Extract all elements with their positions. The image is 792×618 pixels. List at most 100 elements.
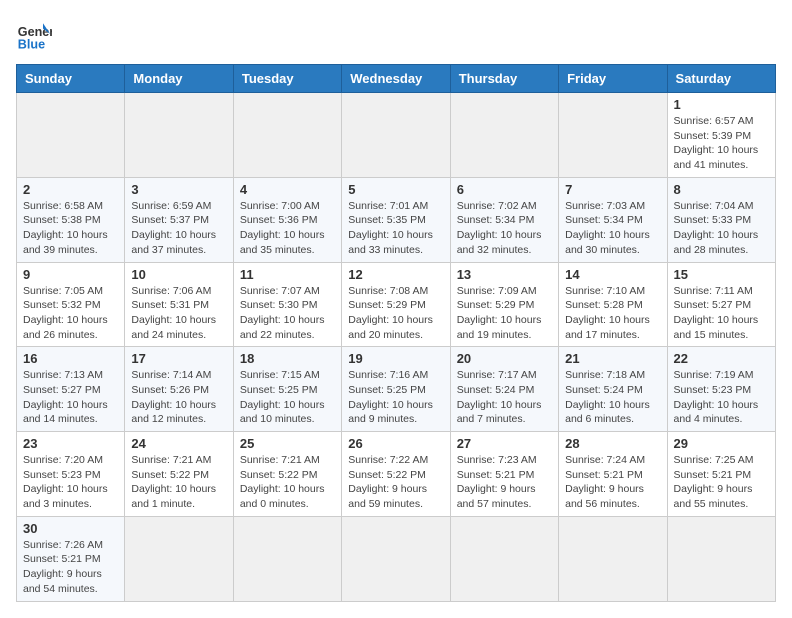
calendar-cell: 15Sunrise: 7:11 AM Sunset: 5:27 PM Dayli… [667,262,775,347]
calendar-cell: 16 Sunrise: 7:13 AM Sunset: 5:27 PM Dayli… [17,347,125,432]
day-number: 29 [674,436,769,451]
week-row-5: 30 Sunrise: 7:26 AM Sunset: 5:21 PM Dayli… [17,516,776,601]
day-number: 3 [131,182,226,197]
day-number: 19 [348,351,443,366]
day-number: 16 [23,351,118,366]
day-number: 24 [131,436,226,451]
day-info: Sunrise: 7:01 AM Sunset: 5:35 PM Dayligh… [348,199,443,258]
calendar-cell: 14 Sunrise: 7:10 AM Sunset: 5:28 PM Dayli… [559,262,667,347]
calendar-cell: 25Sunrise: 7:21 AM Sunset: 5:22 PM Dayli… [233,432,341,517]
day-number: 8 [674,182,769,197]
calendar-cell: 7Sunrise: 7:03 AM Sunset: 5:34 PM Daylig… [559,177,667,262]
calendar-cell [667,516,775,601]
logo: General Blue [16,16,52,52]
calendar-cell: 12 Sunrise: 7:08 AM Sunset: 5:29 PM Dayli… [342,262,450,347]
day-info: Sunrise: 7:21 AM Sunset: 5:22 PM Dayligh… [131,453,226,512]
day-number: 1 [674,97,769,112]
week-row-4: 23Sunrise: 7:20 AM Sunset: 5:23 PM Dayli… [17,432,776,517]
day-info: Sunrise: 7:16 AM Sunset: 5:25 PM Dayligh… [348,368,443,427]
day-number: 4 [240,182,335,197]
calendar-cell: 26Sunrise: 7:22 AM Sunset: 5:22 PM Dayli… [342,432,450,517]
calendar-cell: 21 Sunrise: 7:18 AM Sunset: 5:24 PM Dayli… [559,347,667,432]
day-info: Sunrise: 6:58 AM Sunset: 5:38 PM Dayligh… [23,199,118,258]
calendar-cell [450,516,558,601]
day-info: Sunrise: 7:18 AM Sunset: 5:24 PM Dayligh… [565,368,660,427]
day-info: Sunrise: 7:24 AM Sunset: 5:21 PM Dayligh… [565,453,660,512]
calendar-cell [17,93,125,178]
calendar-cell [342,516,450,601]
calendar-cell [559,93,667,178]
calendar-cell: 20Sunrise: 7:17 AM Sunset: 5:24 PM Dayli… [450,347,558,432]
weekday-header-saturday: Saturday [667,65,775,93]
calendar-cell [125,516,233,601]
day-info: Sunrise: 7:13 AM Sunset: 5:27 PM Dayligh… [23,368,118,427]
calendar-cell [233,93,341,178]
day-info: Sunrise: 7:25 AM Sunset: 5:21 PM Dayligh… [674,453,769,512]
day-info: Sunrise: 7:06 AM Sunset: 5:31 PM Dayligh… [131,284,226,343]
calendar-cell: 11 Sunrise: 7:07 AM Sunset: 5:30 PM Dayli… [233,262,341,347]
calendar-cell: 5 Sunrise: 7:01 AM Sunset: 5:35 PM Daylig… [342,177,450,262]
calendar-cell: 10Sunrise: 7:06 AM Sunset: 5:31 PM Dayli… [125,262,233,347]
calendar-cell: 13Sunrise: 7:09 AM Sunset: 5:29 PM Dayli… [450,262,558,347]
day-number: 6 [457,182,552,197]
week-row-0: 1 Sunrise: 6:57 AM Sunset: 5:39 PM Daylig… [17,93,776,178]
day-info: Sunrise: 7:26 AM Sunset: 5:21 PM Dayligh… [23,538,118,597]
calendar-cell: 9 Sunrise: 7:05 AM Sunset: 5:32 PM Daylig… [17,262,125,347]
day-info: Sunrise: 7:19 AM Sunset: 5:23 PM Dayligh… [674,368,769,427]
weekday-header-row: SundayMondayTuesdayWednesdayThursdayFrid… [17,65,776,93]
weekday-header-friday: Friday [559,65,667,93]
calendar-cell [233,516,341,601]
calendar-cell: 17Sunrise: 7:14 AM Sunset: 5:26 PM Dayli… [125,347,233,432]
day-number: 5 [348,182,443,197]
calendar-cell: 22Sunrise: 7:19 AM Sunset: 5:23 PM Dayli… [667,347,775,432]
svg-text:Blue: Blue [18,37,45,51]
calendar-cell: 6Sunrise: 7:02 AM Sunset: 5:34 PM Daylig… [450,177,558,262]
day-info: Sunrise: 6:57 AM Sunset: 5:39 PM Dayligh… [674,114,769,173]
calendar-cell [450,93,558,178]
calendar-cell: 24 Sunrise: 7:21 AM Sunset: 5:22 PM Dayli… [125,432,233,517]
calendar-cell [342,93,450,178]
day-info: Sunrise: 7:08 AM Sunset: 5:29 PM Dayligh… [348,284,443,343]
calendar-cell: 23Sunrise: 7:20 AM Sunset: 5:23 PM Dayli… [17,432,125,517]
day-number: 9 [23,267,118,282]
day-info: Sunrise: 7:23 AM Sunset: 5:21 PM Dayligh… [457,453,552,512]
calendar-cell: 27Sunrise: 7:23 AM Sunset: 5:21 PM Dayli… [450,432,558,517]
weekday-header-wednesday: Wednesday [342,65,450,93]
day-number: 12 [348,267,443,282]
day-info: Sunrise: 7:22 AM Sunset: 5:22 PM Dayligh… [348,453,443,512]
calendar-cell: 4 Sunrise: 7:00 AM Sunset: 5:36 PM Daylig… [233,177,341,262]
day-number: 11 [240,267,335,282]
calendar-cell: 19 Sunrise: 7:16 AM Sunset: 5:25 PM Dayli… [342,347,450,432]
weekday-header-sunday: Sunday [17,65,125,93]
day-info: Sunrise: 7:15 AM Sunset: 5:25 PM Dayligh… [240,368,335,427]
day-info: Sunrise: 7:03 AM Sunset: 5:34 PM Dayligh… [565,199,660,258]
page-header: General Blue [16,16,776,52]
day-number: 25 [240,436,335,451]
day-info: Sunrise: 7:05 AM Sunset: 5:32 PM Dayligh… [23,284,118,343]
calendar-table: SundayMondayTuesdayWednesdayThursdayFrid… [16,64,776,602]
day-info: Sunrise: 7:11 AM Sunset: 5:27 PM Dayligh… [674,284,769,343]
calendar-cell: 30 Sunrise: 7:26 AM Sunset: 5:21 PM Dayli… [17,516,125,601]
calendar-cell [125,93,233,178]
day-info: Sunrise: 7:00 AM Sunset: 5:36 PM Dayligh… [240,199,335,258]
week-row-1: 2 Sunrise: 6:58 AM Sunset: 5:38 PM Daylig… [17,177,776,262]
calendar-cell: 3 Sunrise: 6:59 AM Sunset: 5:37 PM Daylig… [125,177,233,262]
calendar-cell: 18 Sunrise: 7:15 AM Sunset: 5:25 PM Dayli… [233,347,341,432]
day-number: 2 [23,182,118,197]
weekday-header-tuesday: Tuesday [233,65,341,93]
day-info: Sunrise: 7:10 AM Sunset: 5:28 PM Dayligh… [565,284,660,343]
calendar-cell [559,516,667,601]
day-number: 18 [240,351,335,366]
day-number: 14 [565,267,660,282]
day-info: Sunrise: 7:04 AM Sunset: 5:33 PM Dayligh… [674,199,769,258]
day-number: 21 [565,351,660,366]
day-info: Sunrise: 7:09 AM Sunset: 5:29 PM Dayligh… [457,284,552,343]
day-info: Sunrise: 7:07 AM Sunset: 5:30 PM Dayligh… [240,284,335,343]
day-info: Sunrise: 7:14 AM Sunset: 5:26 PM Dayligh… [131,368,226,427]
day-number: 30 [23,521,118,536]
calendar-cell: 28Sunrise: 7:24 AM Sunset: 5:21 PM Dayli… [559,432,667,517]
week-row-3: 16 Sunrise: 7:13 AM Sunset: 5:27 PM Dayli… [17,347,776,432]
day-info: Sunrise: 6:59 AM Sunset: 5:37 PM Dayligh… [131,199,226,258]
calendar-cell: 8 Sunrise: 7:04 AM Sunset: 5:33 PM Daylig… [667,177,775,262]
calendar-cell: 29 Sunrise: 7:25 AM Sunset: 5:21 PM Dayli… [667,432,775,517]
